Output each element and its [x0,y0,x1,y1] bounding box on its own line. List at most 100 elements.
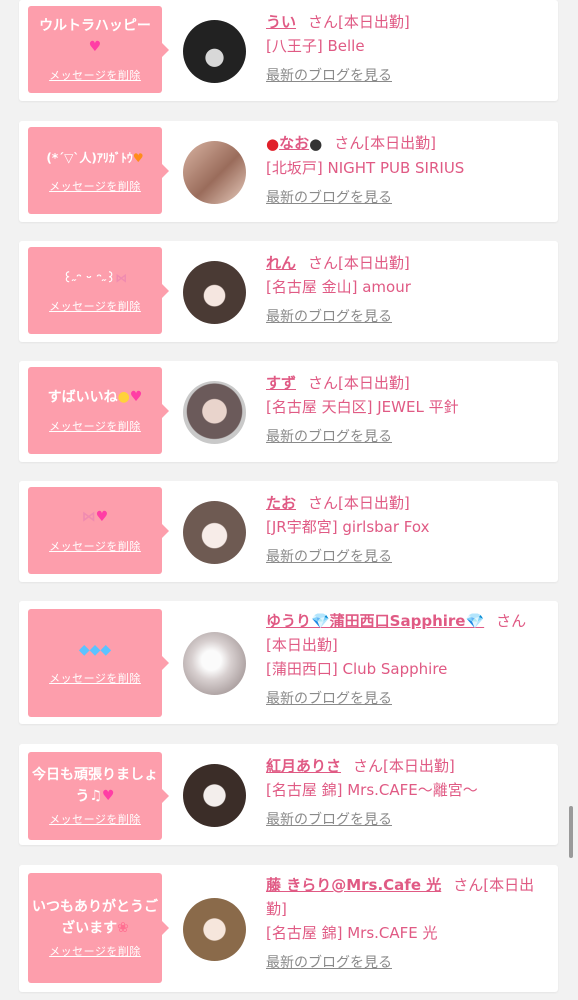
pink-heart-icon: ♥ [95,509,109,526]
message-text: すばいいね●♥ [44,387,147,409]
orange-heart-icon: ♥ [132,150,144,165]
san-label: さん [496,612,527,630]
message-text: ◆◆◆ [75,640,115,662]
delete-message-link[interactable]: メッセージを削除 [49,943,141,959]
avatar[interactable] [183,381,246,444]
profile-info: うい さん[本日出勤] [八王子] Belle 最新のブログを見る [266,10,546,88]
message-text: (*´▽`人)ｱﾘｶﾞﾄｳ♥ [42,148,147,169]
profile-name-link[interactable]: れん [266,254,296,272]
message-bubble: 今日も頑張りましょう♫♥ メッセージを削除 [28,752,169,840]
status-text: [本日出勤] [338,374,410,392]
message-bubble: いつもありがとうございます❀ メッセージを削除 [28,873,169,983]
profile-name-link[interactable]: うい [266,13,296,31]
latest-blog-link[interactable]: 最新のブログを見る [266,545,546,569]
message-text: ⋈♥ [78,507,113,529]
avatar[interactable] [183,501,246,564]
shop-text: [JR宇都宮] girlsbar Fox [266,518,430,536]
shop-text: [北坂戸] NIGHT PUB SIRIUS [266,158,465,177]
latest-blog-link[interactable]: 最新のブログを見る [266,64,546,88]
profile-info: ゆうり💎蒲田西口Sapphire💎 さん [本日出勤] [蒲田西口] Club S… [266,609,546,711]
status-text: [本日出勤] [364,134,436,152]
shop-text: [名古屋 錦] Mrs.CAFE 光 [266,924,438,942]
message-bubble: ◆◆◆ メッセージを削除 [28,609,169,717]
profile-info: 紅月ありさ さん[本日出勤] [名古屋 錦] Mrs.CAFE～離宮～ 最新のブロ… [266,754,546,832]
san-label: さん [334,134,365,152]
status-text: [本日出勤] [338,494,410,512]
avatar[interactable] [183,764,246,827]
apple-icon: ● [266,134,280,153]
shop-text: [八王子] Belle [266,37,365,55]
avatar[interactable] [183,898,246,961]
message-bubble: ウルトラハッピー ♥ メッセージを削除 [28,6,169,93]
message-bubble: すばいいね●♥ メッセージを削除 [28,367,169,454]
delete-message-link[interactable]: メッセージを削除 [49,418,141,434]
music-heart-icon: ♫ [89,787,102,804]
message-text: 今日も頑張りましょう♫♥ [28,765,162,808]
ribbon-heart-icon: ⋈ [81,509,96,526]
pink-heart-icon: ♥ [129,389,143,406]
latest-blog-link[interactable]: 最新のブログを見る [266,951,546,975]
avatar[interactable] [183,261,246,324]
message-card: ◆◆◆ メッセージを削除 ゆうり💎蒲田西口Sapphire💎 さん [本日出勤] … [19,601,558,724]
gorilla-icon: ● [309,134,323,153]
profile-name-link[interactable]: ゆうり💎蒲田西口Sapphire💎 [266,612,484,630]
san-label: さん [308,254,339,272]
status-text: [本日出勤] [338,254,410,272]
chick-heart-icon: ● [117,389,130,406]
status-text: [本日出勤] [383,757,455,775]
profile-info: たお さん[本日出勤] [JR宇都宮] girlsbar Fox 最新のブログを見… [266,491,546,569]
message-text: いつもありがとうございます❀ [28,897,162,940]
latest-blog-link[interactable]: 最新のブログを見る [266,305,546,329]
message-card: ꒰˶ᵔ ᵕ ᵔ˶꒱⋈ メッセージを削除 れん さん[本日出勤] [名古屋 金山] … [19,241,558,342]
shop-text: [名古屋 金山] amour [266,278,411,296]
ribbon-icon: ⋈ [115,270,128,285]
latest-blog-link[interactable]: 最新のブログを見る [266,425,546,449]
message-card: (*´▽`人)ｱﾘｶﾞﾄｳ♥ メッセージを削除 ●なお● さん[本日出勤] [北坂… [19,121,558,222]
delete-message-link[interactable]: メッセージを削除 [49,670,141,686]
pink-heart-icon: ♥ [102,787,115,804]
profile-info: 藤 きらり@Mrs.Cafe 光さん[本日出勤] [名古屋 錦] Mrs.CAF… [266,873,546,975]
message-card: すばいいね●♥ メッセージを削除 すず さん[本日出勤] [名古屋 天白区] JE… [19,361,558,462]
pink-heart-icon: ♥ [88,38,102,55]
message-card: ウルトラハッピー ♥ メッセージを削除 うい さん[本日出勤] [八王子] Bell… [19,0,558,101]
profile-name-link[interactable]: なお [279,134,309,152]
profile-name-link[interactable]: たお [266,494,296,512]
shop-text: [名古屋 錦] Mrs.CAFE～離宮～ [266,781,478,799]
delete-message-link[interactable]: メッセージを削除 [49,538,141,554]
latest-blog-link[interactable]: 最新のブログを見る [266,687,546,711]
san-label: さん [453,876,484,894]
avatar[interactable] [183,20,246,83]
san-label: さん [308,374,339,392]
message-text: ウルトラハッピー ♥ [35,16,155,59]
gems-icon: ◆◆◆ [78,641,112,658]
status-text: [本日出勤] [266,636,338,654]
status-text: [本日出勤] [338,13,410,31]
message-bubble: ꒰˶ᵔ ᵕ ᵔ˶꒱⋈ メッセージを削除 [28,247,169,334]
message-bubble: ⋈♥ メッセージを削除 [28,487,169,574]
shop-text: [名古屋 天白区] JEWEL 平針 [266,398,459,416]
profile-name-link[interactable]: 藤 きらり@Mrs.Cafe 光 [266,876,441,894]
profile-info: れん さん[本日出勤] [名古屋 金山] amour 最新のブログを見る [266,251,546,329]
latest-blog-link[interactable]: 最新のブログを見る [266,808,546,832]
tulip-icon: ❀ [117,919,129,936]
san-label: さん [353,757,384,775]
shop-text: [蒲田西口] Club Sapphire [266,660,448,678]
delete-message-link[interactable]: メッセージを削除 [49,178,141,194]
avatar[interactable] [183,632,246,695]
message-bubble: (*´▽`人)ｱﾘｶﾞﾄｳ♥ メッセージを削除 [28,127,169,214]
message-text: ꒰˶ᵔ ᵕ ᵔ˶꒱⋈ [59,268,132,289]
profile-info: すず さん[本日出勤] [名古屋 天白区] JEWEL 平針 最新のブログを見る [266,371,546,449]
profile-name-link[interactable]: 紅月ありさ [266,757,341,775]
message-card: 今日も頑張りましょう♫♥ メッセージを削除 紅月ありさ さん[本日出勤] [名古屋… [19,744,558,845]
message-card: いつもありがとうございます❀ メッセージを削除 藤 きらり@Mrs.Cafe 光… [19,865,558,992]
delete-message-link[interactable]: メッセージを削除 [49,298,141,314]
avatar[interactable] [183,141,246,204]
scrollbar[interactable] [569,806,573,858]
profile-info: ●なお● さん[本日出勤] [北坂戸] NIGHT PUB SIRIUS 最新のブ… [266,131,546,210]
delete-message-link[interactable]: メッセージを削除 [49,67,141,83]
message-card: ⋈♥ メッセージを削除 たお さん[本日出勤] [JR宇都宮] girlsbar … [19,481,558,582]
profile-name-link[interactable]: すず [266,374,296,392]
delete-message-link[interactable]: メッセージを削除 [49,811,141,827]
san-label: さん [308,494,339,512]
latest-blog-link[interactable]: 最新のブログを見る [266,186,546,210]
